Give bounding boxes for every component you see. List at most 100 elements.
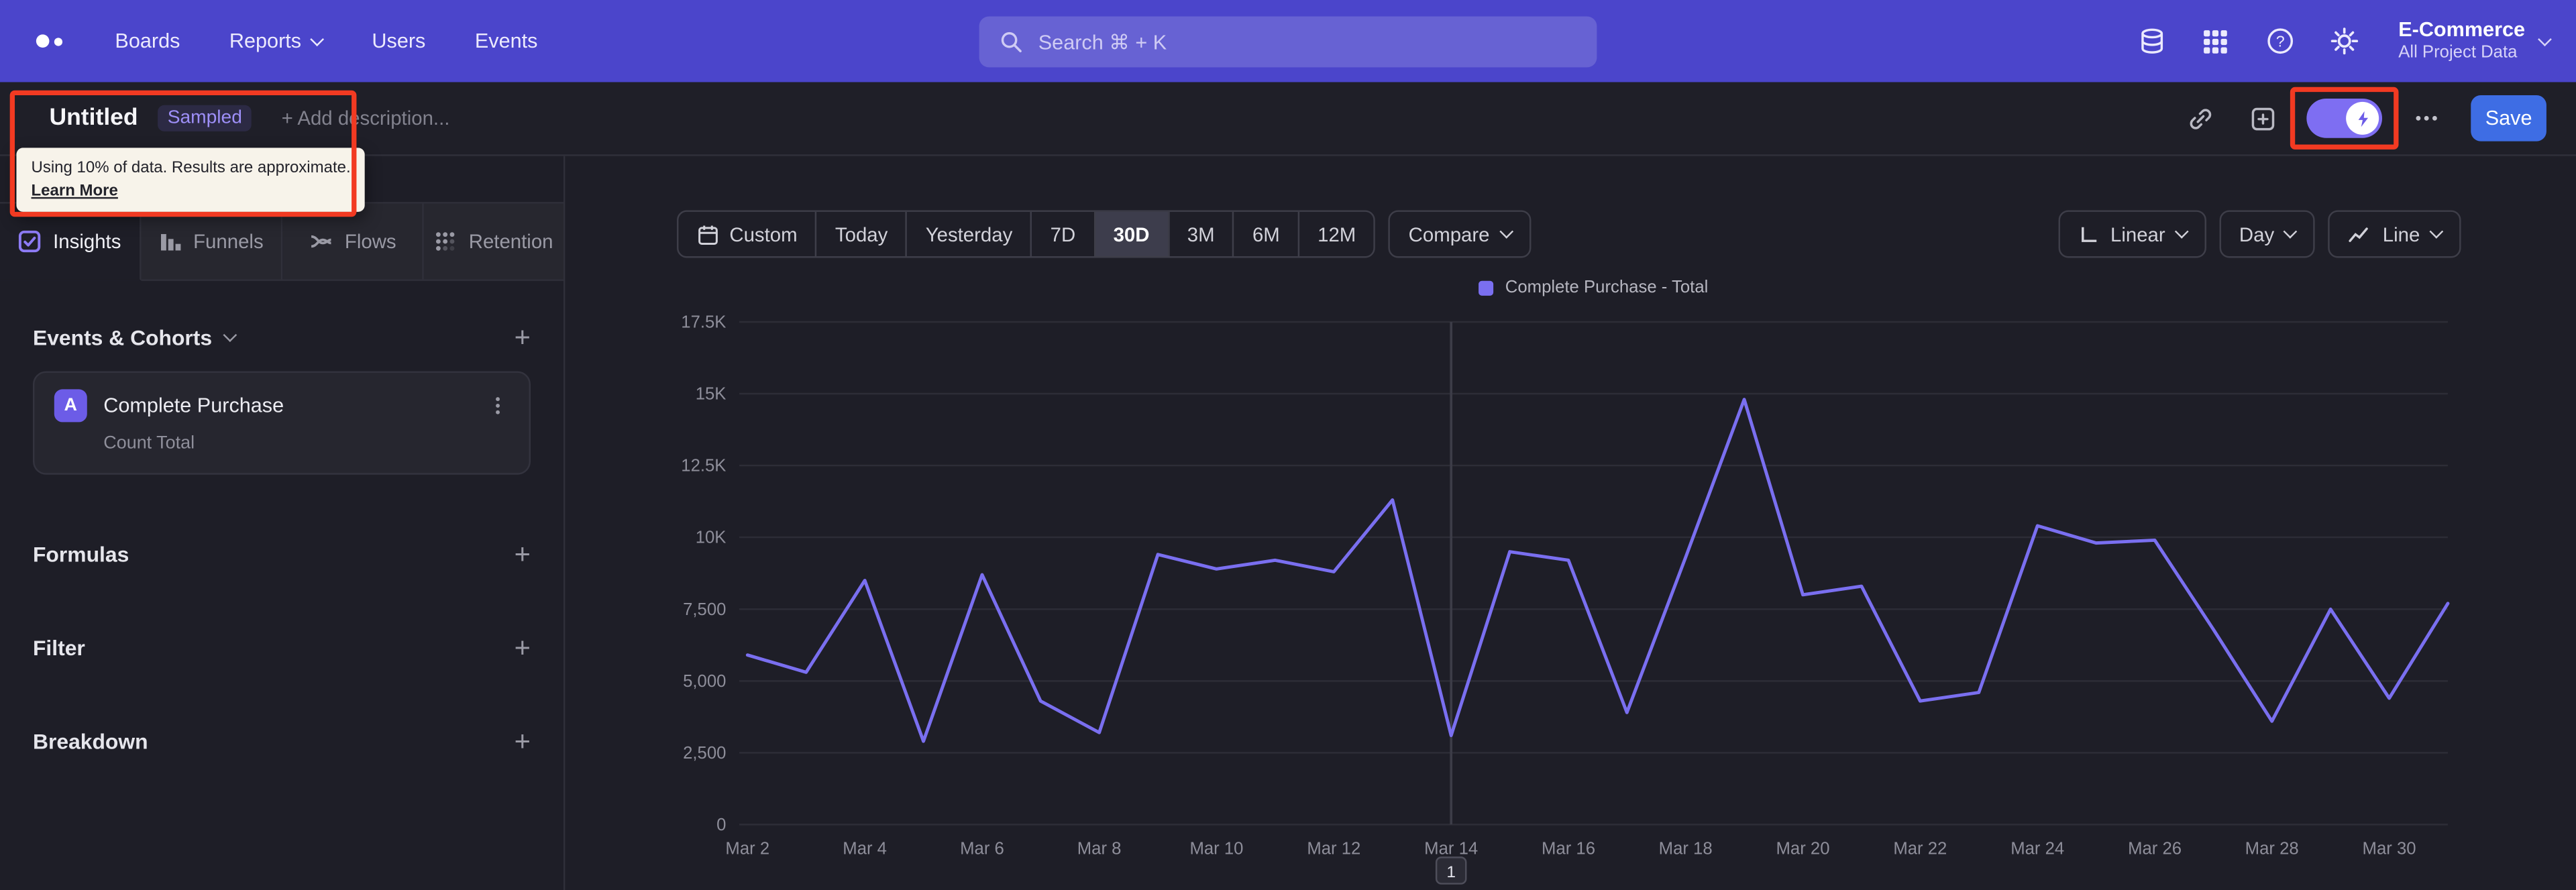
compare-label: Compare (1408, 222, 1490, 246)
search-input[interactable]: Search ⌘ + K (979, 15, 1597, 67)
sampling-toggle[interactable] (2306, 98, 2383, 138)
range-label: 30D (1113, 222, 1150, 246)
help-icon[interactable]: ? (2263, 25, 2296, 58)
settings-gear-icon[interactable] (2328, 25, 2361, 58)
svg-text:Mar 30: Mar 30 (2363, 839, 2416, 858)
logo-dot-small (54, 38, 63, 46)
svg-text:Mar 22: Mar 22 (1893, 839, 1947, 858)
project-selector[interactable]: E-Commerce All Project Data (2398, 17, 2552, 64)
svg-text:Mar 26: Mar 26 (2128, 839, 2182, 858)
range-7d[interactable]: 7D (1030, 211, 1093, 257)
range-label: Custom (729, 222, 798, 246)
range-today[interactable]: Today (815, 211, 906, 257)
tab-insights[interactable]: Insights (0, 203, 142, 281)
project-scope: All Project Data (2398, 43, 2518, 63)
app: Boards Reports Users Events Search ⌘ + K (0, 0, 2576, 890)
data-management-icon[interactable] (2135, 25, 2168, 58)
svg-text:Mar 6: Mar 6 (960, 839, 1004, 858)
filter-header: Filter + (33, 634, 531, 662)
nav-item-boards[interactable]: Boards (115, 30, 180, 52)
add-description[interactable]: + Add description... (282, 107, 450, 129)
scale-label: Linear (2110, 222, 2165, 246)
search-icon (1001, 31, 1022, 52)
svg-text:Mar 20: Mar 20 (1776, 839, 1830, 858)
nav-item-label: Reports (229, 30, 302, 53)
nav-item-reports[interactable]: Reports (229, 30, 325, 53)
section-label: Filter (32, 635, 85, 661)
y-gridlines-and-labels: 0 2,500 5,000 7,500 10K 12.5K 15K 17.5K (681, 313, 2448, 834)
event-name[interactable]: Complete Purchase (103, 394, 284, 417)
project-name: E-Commerce (2398, 17, 2526, 41)
range-6m[interactable]: 6M (1232, 211, 1298, 257)
event-card[interactable]: A Complete Purchase Count Total (32, 371, 531, 475)
svg-text:1: 1 (1446, 863, 1456, 881)
line-chart-icon (2349, 227, 2369, 242)
range-12m[interactable]: 12M (1297, 211, 1374, 257)
section-label: Breakdown (32, 729, 148, 755)
svg-text:Mar 8: Mar 8 (1077, 839, 1122, 858)
legend-label: Complete Purchase - Total (1505, 277, 1709, 298)
event-options-icon[interactable] (486, 394, 509, 417)
save-button[interactable]: Save (2471, 95, 2546, 142)
builder-tabs: Insights Funnels Flows Retention (0, 202, 564, 281)
svg-text:5,000: 5,000 (683, 672, 726, 691)
event-metric[interactable]: Count Total (103, 434, 509, 453)
svg-text:Mar 28: Mar 28 (2245, 839, 2299, 858)
svg-text:2,500: 2,500 (683, 744, 726, 763)
chevron-down-icon (2538, 32, 2552, 46)
tab-label: Retention (468, 229, 553, 254)
more-options-icon[interactable] (2408, 100, 2445, 136)
chart-type-selector[interactable]: Line (2328, 210, 2461, 258)
chart-area: Custom Today Yesterday 7D 30D 3M 6M 12M … (565, 156, 2576, 890)
mixpanel-logo[interactable] (26, 34, 72, 48)
tab-flows[interactable]: Flows (282, 203, 424, 280)
lightning-bolt-icon (2357, 110, 2367, 127)
svg-text:Mar 10: Mar 10 (1189, 839, 1243, 858)
range-label: 7D (1050, 222, 1076, 246)
builder-panel: Insights Funnels Flows Retention Events … (0, 156, 566, 890)
range-label: 12M (1318, 222, 1356, 246)
chart-legend: Complete Purchase - Total (739, 278, 2448, 297)
add-formula-button[interactable]: + (515, 541, 531, 569)
tab-label: Funnels (193, 229, 264, 254)
scale-selector[interactable]: Linear (2057, 210, 2206, 258)
events-cohorts-header: Events & Cohorts + (33, 323, 531, 351)
nav-item-events[interactable]: Events (475, 30, 538, 52)
main-content: Insights Funnels Flows Retention Events … (0, 156, 2576, 890)
breakdown-header: Breakdown + (33, 728, 531, 756)
svg-text:Mar 16: Mar 16 (1542, 839, 1595, 858)
report-title[interactable]: Untitled (49, 105, 138, 131)
add-event-button[interactable]: + (515, 323, 531, 351)
section-label: Events & Cohorts (32, 325, 213, 350)
svg-text:Mar 12: Mar 12 (1307, 839, 1360, 858)
apps-grid-icon[interactable] (2200, 25, 2233, 58)
top-nav: Boards Reports Users Events Search ⌘ + K (0, 0, 2576, 82)
insights-checkbox-icon (19, 230, 42, 253)
annotation-marker[interactable]: 1 (1435, 856, 1467, 885)
range-30d[interactable]: 30D (1093, 211, 1168, 257)
learn-more-link[interactable]: Learn More (32, 180, 351, 203)
add-breakdown-button[interactable]: + (515, 728, 531, 756)
line-chart[interactable]: 0 2,500 5,000 7,500 10K 12.5K 15K 17.5K Mar 2 Mar… (565, 313, 2576, 890)
tab-funnels[interactable]: Funnels (141, 203, 283, 280)
range-yesterday[interactable]: Yesterday (906, 211, 1030, 257)
interval-selector[interactable]: Day (2219, 210, 2316, 258)
range-custom[interactable]: Custom (678, 212, 815, 256)
tab-retention[interactable]: Retention (423, 203, 564, 280)
formulas-header: Formulas + (33, 541, 531, 569)
range-3m[interactable]: 3M (1167, 211, 1232, 257)
nav-item-users[interactable]: Users (372, 30, 425, 52)
compare-button[interactable]: Compare (1389, 210, 1531, 258)
events-cohorts-title[interactable]: Events & Cohorts (32, 325, 237, 350)
sampling-toggle-wrap (2290, 87, 2399, 150)
interval-label: Day (2239, 222, 2275, 246)
add-filter-button[interactable]: + (515, 634, 531, 662)
svg-text:7,500: 7,500 (683, 600, 726, 619)
chevron-down-icon (2284, 224, 2298, 239)
funnels-bars-icon (160, 233, 180, 251)
add-to-board-icon[interactable] (2244, 100, 2280, 136)
copy-link-icon[interactable] (2182, 100, 2218, 136)
date-range-group: Custom Today Yesterday 7D 30D 3M 6M 12M (676, 210, 1376, 258)
tab-label: Insights (53, 229, 121, 254)
svg-text:Mar 4: Mar 4 (843, 839, 887, 858)
